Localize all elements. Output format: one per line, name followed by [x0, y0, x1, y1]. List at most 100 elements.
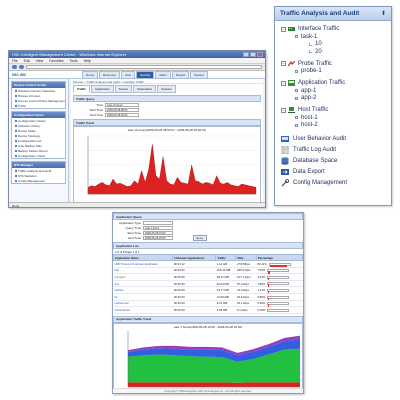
left-navigation: Service Control Center Wireless Intrusio…	[9, 79, 69, 207]
table-row[interactable]: http 00:45:00 106.32 MB 235.5 kbps 7.59%	[113, 267, 303, 275]
link-config-management[interactable]: Config Management	[281, 177, 387, 188]
query-label: End Time	[128, 235, 141, 240]
panel-header[interactable]: Traffic Analysis and Audit ⬆	[275, 7, 391, 21]
nav-home[interactable]: Home	[82, 70, 99, 79]
table-row[interactable]: ms-sql-m 00:45:00 48.21 MB 107.1 kbps 3.44%	[113, 273, 303, 281]
application-type-select[interactable]	[143, 220, 173, 225]
nav-item[interactable]: Service Control Policy Management	[12, 98, 65, 103]
tree-label: app-1	[301, 87, 317, 94]
table-row[interactable]: microsoft-ds 00:45:00 3.66 MB 8.1 kbps 0.26%	[113, 306, 303, 314]
tree-task-1[interactable]: task-1	[281, 33, 387, 41]
nav-report[interactable]: Report	[172, 70, 190, 79]
table-row[interactable]: UDP Protocol Unknown Application 00:41:12…	[113, 260, 303, 268]
app-name-link[interactable]: netbios	[113, 286, 173, 294]
tree-label: Host Traffic	[298, 107, 329, 113]
query-time-select[interactable]: Last 1 hours	[143, 225, 173, 230]
app-name-link[interactable]: dns	[113, 280, 173, 288]
end-time-field[interactable]: 2009-05-28 20:00	[143, 235, 173, 240]
unknown-cell: 00:45:00	[172, 273, 216, 281]
menu-file[interactable]: File	[12, 59, 18, 63]
percentage-text: 1.86%	[257, 281, 266, 286]
query-row-end: End Time 2009-05-28 20:00	[73, 112, 261, 117]
main-nav: Home Resource User Service Alarm Report …	[82, 70, 209, 79]
query-button[interactable]: Query	[193, 235, 207, 241]
rate-cell: 2.59 Mbps	[235, 260, 257, 268]
probe-traffic-icon	[287, 60, 296, 67]
app-name-link[interactable]: ftp	[113, 293, 173, 301]
menu-tools[interactable]: Tools	[69, 59, 77, 63]
nav-item[interactable]: Probe	[12, 103, 65, 108]
query-label: Time	[96, 102, 103, 107]
chevron-up-icon[interactable]: ⬆	[381, 10, 386, 17]
time-select[interactable]: Last 12 hours	[105, 102, 139, 107]
close-button[interactable]	[257, 52, 263, 57]
tree-node-icon	[295, 123, 298, 127]
tree-probe-traffic[interactable]: − Probe Traffic	[281, 60, 387, 68]
tree-label: Application Traffic	[298, 80, 346, 86]
table-row[interactable]: ftp 00:45:00 12.09 MB 26.9 kbps 0.86%	[113, 293, 303, 301]
tab-application[interactable]: Application	[91, 85, 114, 93]
app-name-link[interactable]: http	[113, 267, 173, 275]
menu-help[interactable]: Help	[84, 59, 91, 63]
nav-resource[interactable]: Resource	[99, 70, 120, 79]
maximize-button[interactable]	[250, 52, 256, 57]
tree-host-1[interactable]: host-1	[281, 114, 387, 122]
table-row[interactable]: dns 00:45:00 26.04 MB 57.9 kbps 1.86%	[113, 280, 303, 288]
collapse-icon[interactable]: −	[281, 26, 286, 32]
traffic-trend-heading: Traffic Trend	[73, 119, 261, 126]
percentage-text: 0.86%	[257, 294, 266, 299]
app-name-link[interactable]: ms-sql-m	[113, 273, 173, 281]
table-row[interactable]: netbios-ssn 00:45:00 8.13 MB 18.1 kbps 0.58%	[113, 300, 303, 308]
link-traffic-log-audit[interactable]: Traffic Log Audit	[281, 144, 387, 155]
query-row: End Time 2009-05-28 20:00 Query	[113, 235, 303, 241]
tab-traffic[interactable]: Traffic	[73, 85, 91, 93]
collapse-icon[interactable]: −	[281, 107, 286, 113]
url-input[interactable]	[26, 65, 262, 69]
nav-service[interactable]: Service	[136, 70, 155, 79]
nav-item[interactable]: Configuration Check	[12, 153, 65, 158]
link-database-space[interactable]: Database Space	[281, 155, 387, 166]
app-name-link[interactable]: microsoft-ds	[113, 306, 173, 314]
nav-alarm[interactable]: Alarm	[155, 70, 172, 79]
nav-section-configuration: Configuration Center Configuration Libra…	[11, 111, 66, 159]
query-label: Query Time	[125, 225, 141, 230]
menu-edit[interactable]: Edit	[24, 59, 30, 63]
window-title-bar: H3C Intelligent Management Center - Wind…	[9, 51, 265, 58]
tab-destination[interactable]: Destination	[133, 85, 157, 93]
tree-host-2[interactable]: host-2	[281, 122, 387, 130]
table-row[interactable]: netbios 00:45:00 19.77 MB 43.9 kbps 1.41%	[113, 286, 303, 294]
tree-probe-1[interactable]: probe-1	[281, 68, 387, 76]
collapse-icon[interactable]: −	[281, 61, 286, 66]
forward-icon[interactable]	[19, 65, 24, 69]
tree-interface-20[interactable]: 20	[281, 48, 387, 56]
menu-favorites[interactable]: Favorites	[49, 59, 63, 63]
nav-section-service-control: Service Control Center Wireless Intrusio…	[11, 81, 66, 109]
menu-view[interactable]: View	[36, 59, 44, 63]
link-data-export[interactable]: Data Export	[281, 166, 387, 177]
minimize-button[interactable]	[243, 52, 249, 57]
tree-label: host-2	[301, 122, 318, 129]
tab-session[interactable]: Session	[157, 85, 176, 93]
nav-system[interactable]: System	[190, 70, 209, 79]
tab-source[interactable]: Source	[114, 85, 133, 93]
tree-interface-traffic[interactable]: − Interface Traffic	[281, 25, 387, 33]
traffic-cell: 12.09 MB	[215, 293, 236, 301]
tree-application-traffic[interactable]: − Application Traffic	[281, 79, 387, 87]
app-name-link[interactable]: netbios-ssn	[113, 300, 173, 308]
percentage-bar-fill	[268, 277, 269, 281]
nav-user[interactable]: User	[120, 70, 136, 79]
link-user-behavior-audit[interactable]: User Behavior Audit	[281, 133, 387, 144]
end-time-field[interactable]: 2009-05-28 20:00	[105, 112, 139, 117]
query-label: Start Time	[127, 230, 141, 235]
percentage-bar	[267, 295, 290, 301]
tree-host-traffic[interactable]: − Host Traffic	[281, 106, 387, 114]
tree-app-2[interactable]: app-2	[281, 95, 387, 103]
start-time-field[interactable]: 2009-05-28 08:00	[105, 107, 139, 112]
tree-app-1[interactable]: app-1	[281, 87, 387, 95]
app-name-link[interactable]: UDP Protocol Unknown Application	[113, 260, 173, 268]
collapse-icon[interactable]: −	[281, 80, 286, 86]
back-icon[interactable]	[12, 65, 17, 69]
nav-item[interactable]: Config Management	[12, 178, 65, 183]
start-time-field[interactable]: 2009-05-28 19:00	[143, 230, 173, 235]
tree-interface-10[interactable]: 10	[281, 41, 387, 49]
